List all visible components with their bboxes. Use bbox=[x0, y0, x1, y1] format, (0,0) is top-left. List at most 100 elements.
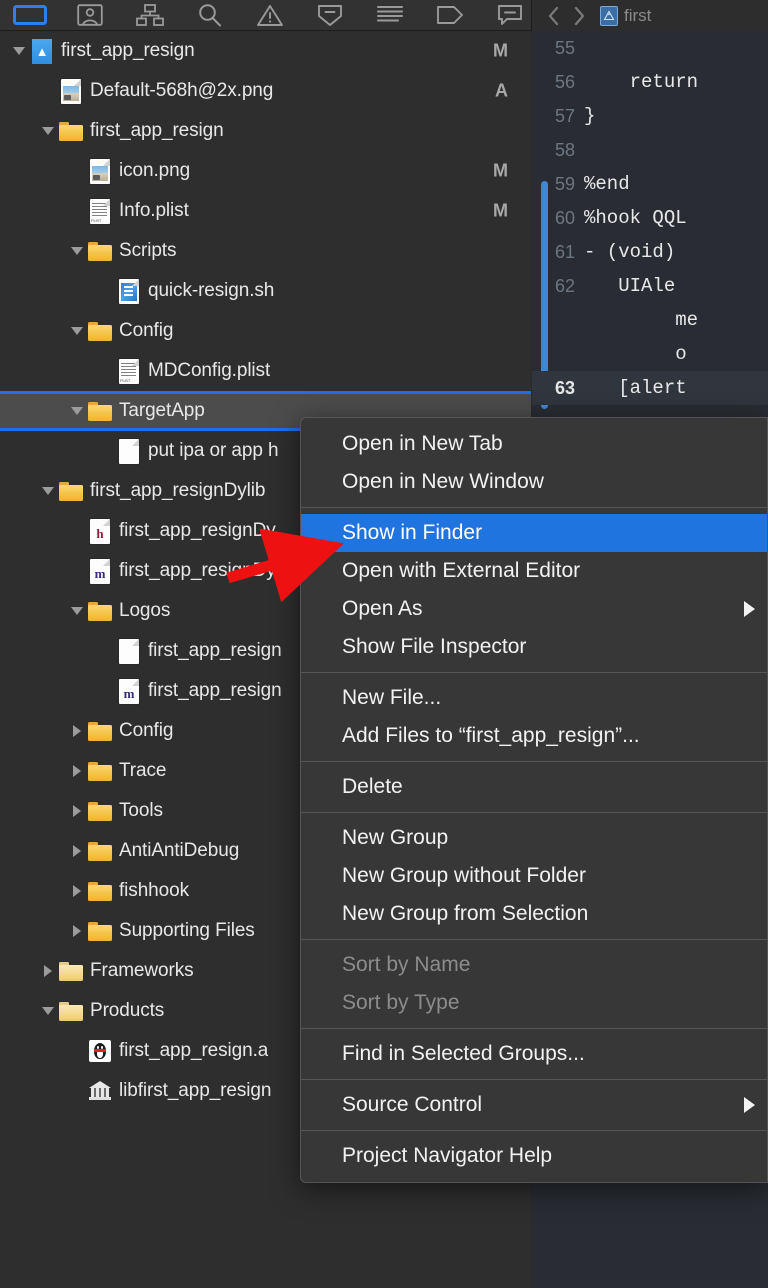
folder-icon bbox=[88, 838, 112, 864]
tree-row-label: first_app_resignDy bbox=[119, 520, 276, 541]
tree-row[interactable]: quick-resign.sh bbox=[0, 271, 531, 311]
code-line[interactable]: 61 - (void) bbox=[532, 235, 768, 269]
menu-item-label: Find in Selected Groups... bbox=[342, 1042, 585, 1065]
issue-navigator-icon[interactable] bbox=[240, 0, 300, 31]
menu-item-label: Source Control bbox=[342, 1093, 483, 1116]
menu-item[interactable]: New Group from Selection bbox=[301, 895, 767, 933]
code-text: UIAle bbox=[584, 275, 676, 297]
menu-item[interactable]: Delete bbox=[301, 768, 767, 806]
disclosure-triangle-icon[interactable] bbox=[66, 764, 88, 778]
code-line[interactable]: 58 bbox=[532, 133, 768, 167]
menu-item[interactable]: Add Files to “first_app_resign”... bbox=[301, 717, 767, 755]
menu-item-label: Project Navigator Help bbox=[342, 1144, 553, 1167]
scm-status-badge: M bbox=[493, 160, 508, 181]
menu-item-label: New Group bbox=[342, 826, 449, 849]
menu-item[interactable]: New File... bbox=[301, 679, 767, 717]
disclosure-triangle-icon[interactable] bbox=[66, 724, 88, 738]
disclosure-triangle-icon[interactable] bbox=[37, 486, 59, 496]
disclosure-triangle-icon[interactable] bbox=[66, 844, 88, 858]
disclosure-triangle-icon[interactable] bbox=[66, 924, 88, 938]
disclosure-triangle-icon[interactable] bbox=[37, 126, 59, 136]
code-line[interactable]: 56 return bbox=[532, 65, 768, 99]
scm-status-badge: M bbox=[493, 40, 508, 61]
disclosure-triangle-icon[interactable] bbox=[37, 1006, 59, 1016]
menu-separator bbox=[301, 1130, 767, 1131]
tree-row-label: first_app_resignDy bbox=[119, 560, 276, 581]
back-chevron-icon[interactable] bbox=[540, 0, 566, 31]
navigator-selector-bar bbox=[0, 0, 540, 31]
code-line[interactable]: 57} bbox=[532, 99, 768, 133]
tree-row-label: icon.png bbox=[119, 160, 191, 181]
menu-item[interactable]: Open in New Tab bbox=[301, 425, 767, 463]
line-number: 62 bbox=[554, 275, 575, 296]
debug-navigator-icon[interactable] bbox=[360, 0, 420, 31]
tree-row[interactable]: PLIST Info.plist M bbox=[0, 191, 531, 231]
menu-item-label: Open in New Tab bbox=[342, 432, 503, 455]
menu-item[interactable]: Open with External Editor bbox=[301, 552, 767, 590]
menu-item-label: Sort by Type bbox=[342, 991, 460, 1014]
forward-chevron-icon[interactable] bbox=[566, 0, 592, 31]
find-navigator-icon[interactable] bbox=[180, 0, 240, 31]
menu-item[interactable]: Show File Inspector bbox=[301, 628, 767, 666]
tree-row-label: first_app_resignDylib bbox=[90, 480, 266, 501]
disclosure-triangle-icon[interactable] bbox=[66, 884, 88, 898]
symbol-navigator-icon[interactable] bbox=[120, 0, 180, 31]
menu-item-label: Add Files to “first_app_resign”... bbox=[342, 724, 640, 747]
line-number: 57 bbox=[554, 105, 575, 126]
tree-row[interactable]: Config bbox=[0, 311, 531, 351]
tree-row[interactable]: first_app_resign bbox=[0, 111, 531, 151]
menu-item[interactable]: New Group without Folder bbox=[301, 857, 767, 895]
submenu-arrow-icon bbox=[744, 601, 755, 617]
header-file-icon: h bbox=[88, 518, 112, 544]
menu-separator bbox=[301, 761, 767, 762]
disclosure-triangle-icon[interactable] bbox=[66, 406, 88, 416]
tree-row[interactable]: Default-568h@2x.png A bbox=[0, 71, 531, 111]
menu-item[interactable]: Show in Finder bbox=[301, 514, 767, 552]
menu-item[interactable]: Find in Selected Groups... bbox=[301, 1035, 767, 1073]
menu-item[interactable]: Open in New Window bbox=[301, 463, 767, 501]
disclosure-triangle-icon[interactable] bbox=[66, 804, 88, 818]
editor-breadcrumb-bar: first bbox=[532, 0, 768, 31]
folder-icon bbox=[88, 238, 112, 264]
disclosure-triangle-icon[interactable] bbox=[37, 964, 59, 978]
tree-row[interactable]: Scripts bbox=[0, 231, 531, 271]
menu-item[interactable]: Project Navigator Help bbox=[301, 1137, 767, 1175]
app-penguin-icon bbox=[88, 1038, 112, 1064]
plist-file-icon: PLIST bbox=[117, 358, 141, 384]
disclosure-triangle-icon[interactable] bbox=[66, 246, 88, 256]
image-file-icon bbox=[88, 158, 112, 184]
context-menu[interactable]: Open in New Tab Open in New Window Show in… bbox=[300, 417, 768, 1183]
code-line[interactable]: 60 %hook QQL bbox=[532, 201, 768, 235]
tree-row[interactable]: PLIST MDConfig.plist bbox=[0, 351, 531, 391]
menu-item[interactable]: Source Control bbox=[301, 1086, 767, 1124]
breadcrumb-label[interactable]: first bbox=[624, 6, 651, 26]
tree-row-label: Scripts bbox=[119, 240, 177, 261]
menu-separator bbox=[301, 507, 767, 508]
code-line[interactable]: 63 [alert bbox=[532, 371, 768, 405]
folder-pale-icon bbox=[59, 998, 83, 1024]
code-line[interactable]: o bbox=[532, 337, 768, 371]
code-line[interactable]: 59 %end bbox=[532, 167, 768, 201]
menu-item[interactable]: New Group bbox=[301, 819, 767, 857]
shell-script-icon bbox=[117, 278, 141, 304]
navigator-toolbar: first bbox=[0, 0, 768, 31]
menu-separator bbox=[301, 1079, 767, 1080]
disclosure-triangle-icon[interactable] bbox=[66, 326, 88, 336]
tree-row[interactable]: icon.png M bbox=[0, 151, 531, 191]
project-navigator-icon[interactable] bbox=[0, 0, 60, 31]
breakpoint-navigator-icon[interactable] bbox=[420, 0, 480, 31]
xcode-project-icon: ▲ bbox=[30, 38, 54, 64]
tree-row[interactable]: ▲ first_app_resign M bbox=[0, 31, 531, 71]
code-text: - (void) bbox=[584, 241, 687, 263]
disclosure-triangle-icon[interactable] bbox=[66, 606, 88, 616]
code-line[interactable]: me bbox=[532, 303, 768, 337]
line-number: 59 bbox=[554, 173, 575, 194]
menu-item[interactable]: Open As bbox=[301, 590, 767, 628]
menu-item-label: Open in New Window bbox=[342, 470, 544, 493]
menu-item-label: Show File Inspector bbox=[342, 635, 527, 658]
source-control-navigator-icon[interactable] bbox=[60, 0, 120, 31]
code-line[interactable]: 55 bbox=[532, 31, 768, 65]
test-navigator-icon[interactable] bbox=[300, 0, 360, 31]
disclosure-triangle-icon[interactable] bbox=[8, 46, 30, 56]
code-line[interactable]: 62 UIAle bbox=[532, 269, 768, 303]
